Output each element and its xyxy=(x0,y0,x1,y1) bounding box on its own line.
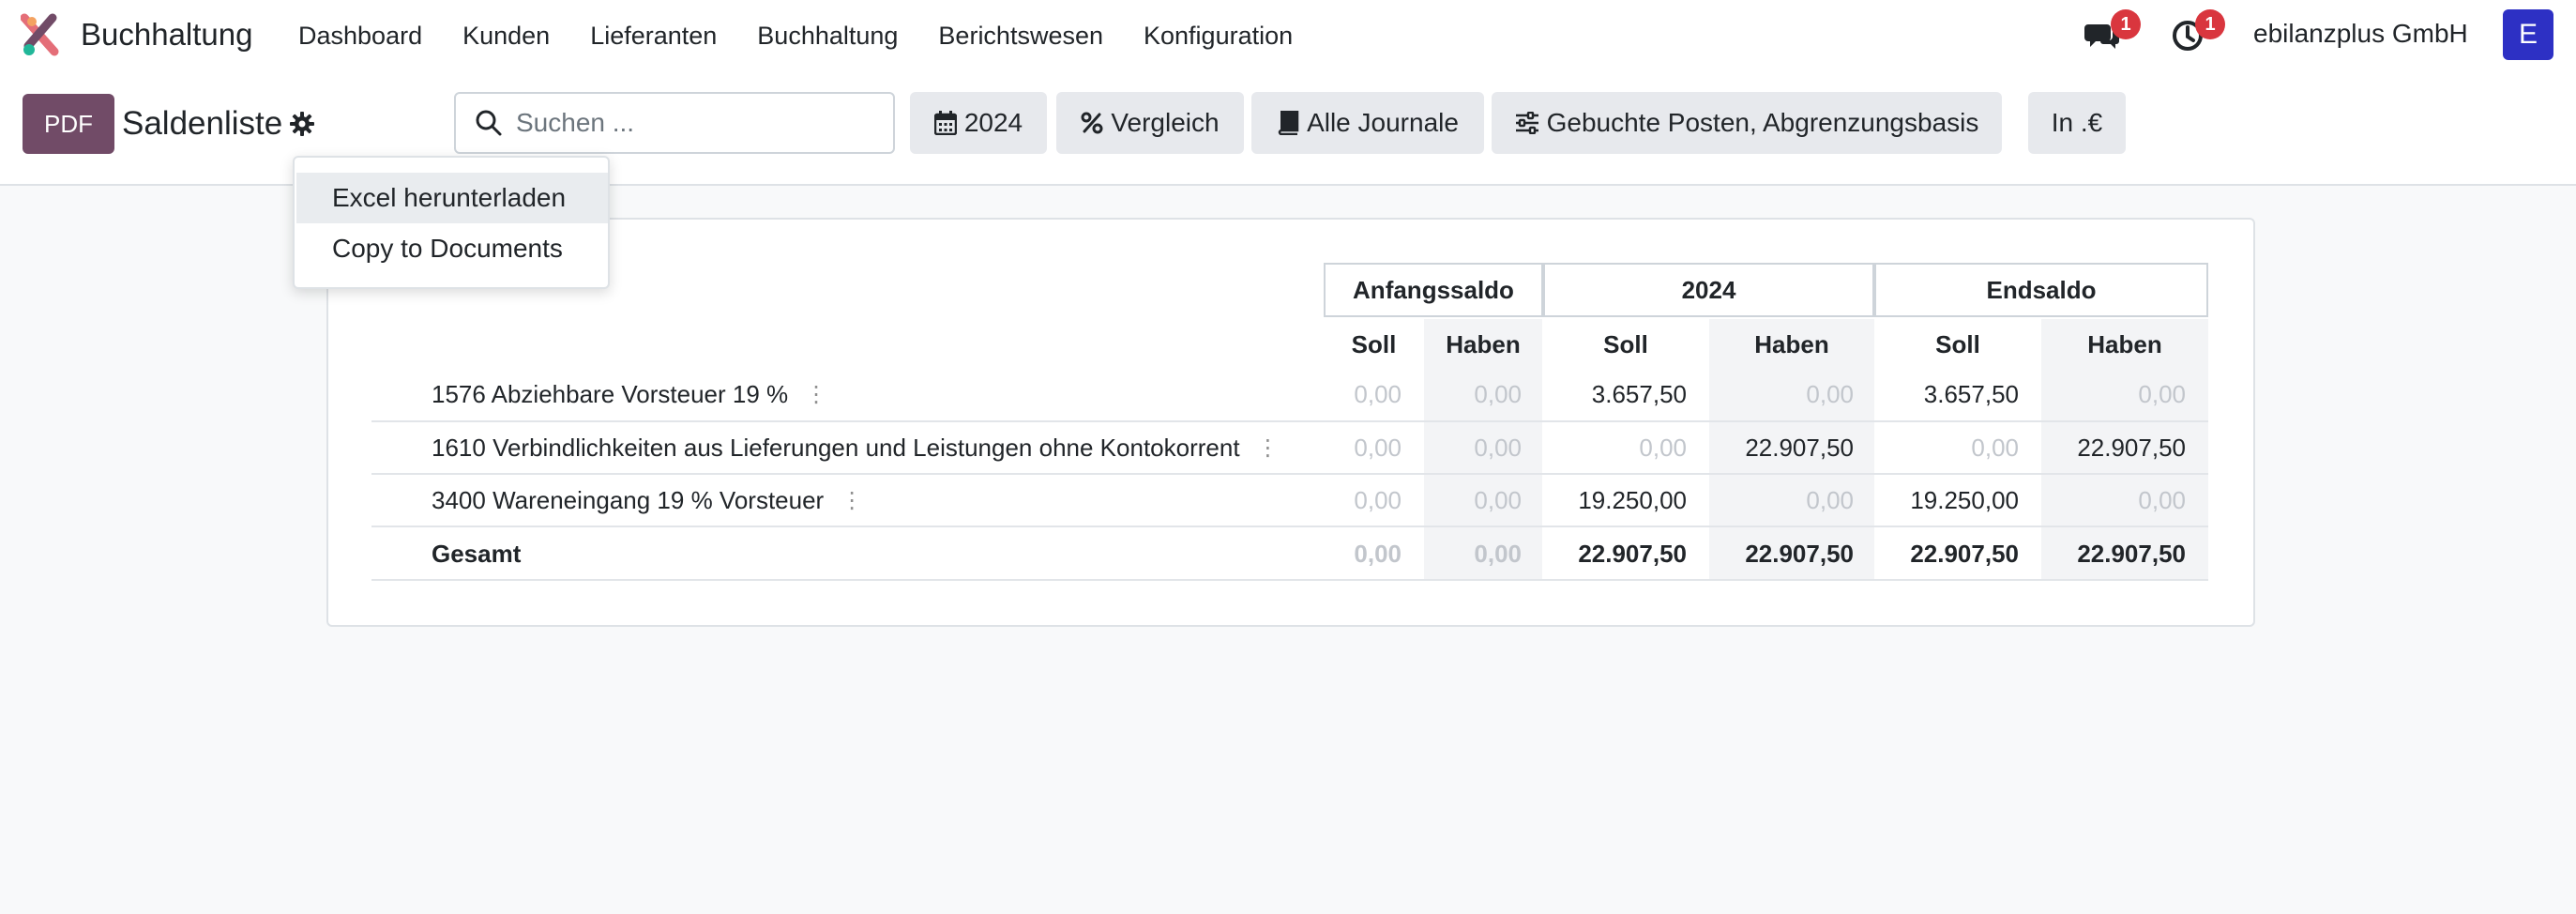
table-cell[interactable]: 22.907,50 xyxy=(1666,434,1854,463)
subheader-soll: Soll xyxy=(1935,330,1980,358)
table-cell[interactable]: 22.907,50 xyxy=(1998,434,2186,463)
table-cell[interactable]: 19.250,00 xyxy=(1831,486,2019,515)
row-menu-icon[interactable]: ⋮ xyxy=(841,489,863,512)
table-row-label[interactable]: 1576 Abziehbare Vorsteuer 19 % ⋮ xyxy=(432,380,827,409)
table-row-label[interactable]: 3400 Wareneingang 19 % Vorsteuer ⋮ xyxy=(432,486,863,515)
total-cell: 22.907,50 xyxy=(1578,540,1687,568)
row-menu-icon[interactable]: ⋮ xyxy=(805,383,827,406)
main-menu: Dashboard Kunden Lieferanten Buchhaltung… xyxy=(298,0,1333,71)
group-header-anfangssaldo: Anfangssaldo xyxy=(1324,263,1543,317)
journals-label: Alle Journale xyxy=(1307,108,1459,137)
app-logo-icon[interactable] xyxy=(21,12,60,57)
currency-label: In .€ xyxy=(2051,108,2103,137)
table-cell: 0,00 xyxy=(1474,434,1522,462)
search-box xyxy=(454,92,895,154)
search-icon xyxy=(476,110,502,136)
journals-button[interactable]: Alle Journale xyxy=(1251,92,1484,154)
excel-download-item[interactable]: Excel herunterladen xyxy=(296,173,608,223)
menu-item-dashboard[interactable]: Dashboard xyxy=(298,22,422,51)
row-divider xyxy=(371,473,2208,475)
user-avatar[interactable]: E xyxy=(2503,9,2553,60)
group-header-endsaldo: Endsaldo xyxy=(1874,263,2208,317)
menu-item-konfiguration[interactable]: Konfiguration xyxy=(1144,22,1293,51)
subheader-soll: Soll xyxy=(1351,330,1397,358)
company-switcher[interactable]: ebilanzplus GmbH xyxy=(2253,19,2468,49)
comparison-button[interactable]: Vergleich xyxy=(1056,92,1244,154)
group-header-period: 2024 xyxy=(1543,263,1874,317)
total-cell: 22.907,50 xyxy=(1745,540,1854,568)
table-cell[interactable]: 3.657,50 xyxy=(1499,380,1687,409)
table-cell: 0,00 xyxy=(2138,380,2186,408)
table-cell[interactable]: 19.250,00 xyxy=(1499,486,1687,515)
table-cell: 0,00 xyxy=(1639,434,1687,462)
activities-badge: 1 xyxy=(2195,9,2225,39)
options-label: Gebuchte Posten, Abgrenzungsbasis xyxy=(1546,108,1979,137)
percent-icon xyxy=(1081,112,1103,134)
subheader-haben: Haben xyxy=(2087,330,2162,358)
table-cell: 0,00 xyxy=(1474,486,1522,514)
messages-button[interactable]: 1 xyxy=(2084,9,2141,54)
copy-to-documents-item[interactable]: Copy to Documents xyxy=(296,223,608,274)
subheader-haben: Haben xyxy=(1754,330,1829,358)
comparison-label: Vergleich xyxy=(1111,108,1220,137)
account-name: 3400 Wareneingang 19 % Vorsteuer xyxy=(432,486,825,514)
book-icon xyxy=(1278,111,1299,135)
top-navbar: Buchhaltung Dashboard Kunden Lieferanten… xyxy=(0,0,2576,71)
row-divider xyxy=(371,526,2208,527)
menu-item-kunden[interactable]: Kunden xyxy=(462,22,550,51)
table-cell: 0,00 xyxy=(1971,434,2019,462)
gear-dropdown-menu: Excel herunterladen Copy to Documents xyxy=(293,156,610,289)
subheader-haben: Haben xyxy=(1446,330,1521,358)
row-divider xyxy=(371,579,2208,581)
messages-badge: 1 xyxy=(2111,9,2141,39)
table-cell[interactable]: 3.657,50 xyxy=(1831,380,2019,409)
sliders-icon xyxy=(1515,112,1538,134)
table-row-label[interactable]: 1610 Verbindlichkeiten aus Lieferungen u… xyxy=(432,434,1280,463)
search-input[interactable] xyxy=(516,101,882,145)
total-cell: 22.907,50 xyxy=(1910,540,2019,568)
year-filter-button[interactable]: 2024 xyxy=(910,92,1047,154)
gear-icon[interactable] xyxy=(289,111,315,137)
page-title: Saldenliste xyxy=(122,105,283,142)
total-label: Gesamt xyxy=(432,540,522,568)
year-filter-label: 2024 xyxy=(963,108,1023,137)
account-name: 1610 Verbindlichkeiten aus Lieferungen u… xyxy=(432,434,1240,462)
pdf-button[interactable]: PDF xyxy=(23,94,114,154)
total-cell: 0,00 xyxy=(1474,540,1522,568)
table-cell: 0,00 xyxy=(1474,380,1522,408)
menu-item-berichtswesen[interactable]: Berichtswesen xyxy=(938,22,1103,51)
table-cell: 0,00 xyxy=(2138,486,2186,514)
table-cell: 0,00 xyxy=(1806,380,1854,408)
menu-item-buchhaltung[interactable]: Buchhaltung xyxy=(757,22,898,51)
options-button[interactable]: Gebuchte Posten, Abgrenzungsbasis xyxy=(1492,92,2002,154)
account-name: 1576 Abziehbare Vorsteuer 19 % xyxy=(432,380,789,408)
table-cell: 0,00 xyxy=(1806,486,1854,514)
calendar-icon xyxy=(933,111,957,135)
app-name[interactable]: Buchhaltung xyxy=(81,17,252,53)
total-cell: 22.907,50 xyxy=(2077,540,2186,568)
subheader-soll: Soll xyxy=(1603,330,1648,358)
menu-item-lieferanten[interactable]: Lieferanten xyxy=(590,22,717,51)
currency-button[interactable]: In .€ xyxy=(2028,92,2126,154)
activities-button[interactable]: 1 xyxy=(2169,9,2225,54)
row-divider xyxy=(371,420,2208,422)
